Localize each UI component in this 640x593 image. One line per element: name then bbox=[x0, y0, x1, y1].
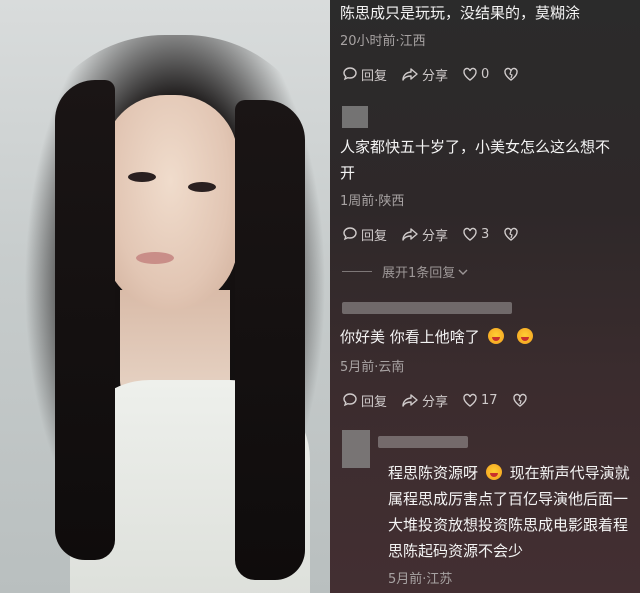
comments-panel: 陈思成只是玩玩，没结果的，莫糊涂 20小时前·江西 回复 分享 0 人家都快五十… bbox=[330, 0, 640, 593]
heart-icon bbox=[463, 393, 477, 407]
speech-bubble-icon bbox=[343, 393, 357, 407]
comment-text-line: 思陈起码资源不会少 bbox=[388, 542, 524, 560]
photo-lips bbox=[136, 252, 174, 264]
heart-icon bbox=[463, 67, 477, 81]
reply-label: 回复 bbox=[361, 68, 388, 84]
photo-eye-right bbox=[188, 182, 216, 192]
comment-text-line: 人家都快五十岁了，小美女怎么这么想不 bbox=[340, 138, 611, 156]
photo-hair-right bbox=[235, 100, 305, 580]
share-label: 分享 bbox=[422, 228, 449, 244]
broken-heart-icon bbox=[504, 67, 519, 81]
username-redacted bbox=[342, 302, 512, 314]
comment-actions: 回复 分享 3 bbox=[342, 224, 536, 244]
comment-text: 陈思成只是玩玩，没结果的，莫糊涂 bbox=[340, 4, 581, 22]
comment-text-line: 开 bbox=[340, 164, 356, 182]
comment-text: 你好美 你看上他啥了 bbox=[340, 328, 480, 346]
share-button[interactable]: 分享 bbox=[401, 391, 448, 410]
speech-bubble-icon bbox=[343, 67, 357, 81]
comment-text-line: 属程思成厉害点了百亿导演他后面一 bbox=[388, 490, 629, 508]
share-button[interactable]: 分享 bbox=[401, 225, 448, 244]
username-redacted bbox=[378, 436, 468, 448]
comment-meta: 1周前·陕西 bbox=[340, 194, 405, 209]
like-button[interactable]: 3 bbox=[462, 226, 489, 242]
like-button[interactable]: 0 bbox=[462, 66, 489, 82]
divider bbox=[342, 271, 372, 272]
share-arrow-icon bbox=[402, 68, 418, 81]
share-label: 分享 bbox=[422, 394, 449, 410]
share-label: 分享 bbox=[422, 68, 449, 84]
reply-label: 回复 bbox=[361, 394, 388, 410]
dislike-button[interactable] bbox=[503, 66, 522, 82]
comment-text-line: 大堆投资放想投资陈思成电影跟着程 bbox=[388, 516, 629, 534]
like-count: 0 bbox=[481, 66, 490, 82]
laughing-emoji-icon bbox=[487, 328, 504, 344]
avatar[interactable] bbox=[342, 106, 368, 128]
comment-actions: 回复 分享 17 bbox=[342, 390, 545, 410]
share-arrow-icon bbox=[402, 228, 418, 241]
comment-actions: 回复 分享 0 bbox=[342, 64, 536, 84]
chevron-down-icon bbox=[458, 269, 468, 275]
speech-bubble-icon bbox=[343, 227, 357, 241]
reply-label: 回复 bbox=[361, 228, 388, 244]
share-button[interactable]: 分享 bbox=[401, 65, 448, 84]
broken-heart-icon bbox=[512, 393, 527, 407]
comment-meta: 20小时前·江西 bbox=[340, 34, 426, 49]
photo-hair-left bbox=[55, 80, 115, 560]
like-button[interactable]: 17 bbox=[462, 392, 498, 408]
expand-replies-button[interactable]: 展开1条回复 bbox=[342, 262, 469, 281]
comment-text: 现在新声代导演就 bbox=[509, 464, 630, 482]
like-count: 3 bbox=[481, 226, 490, 242]
portrait-photo bbox=[0, 0, 330, 593]
dislike-button[interactable] bbox=[512, 392, 531, 408]
comment-meta: 5月前·云南 bbox=[340, 360, 405, 375]
avatar[interactable] bbox=[342, 430, 370, 468]
reply-button[interactable]: 回复 bbox=[342, 65, 387, 84]
photo-face bbox=[103, 95, 238, 310]
laughing-emoji-icon bbox=[517, 328, 534, 344]
reply-button[interactable]: 回复 bbox=[342, 391, 387, 410]
photo-eye-left bbox=[128, 172, 156, 182]
laughing-emoji-icon bbox=[485, 464, 502, 480]
comment-text-row: 程思陈资源呀 现在新声代导演就 bbox=[388, 460, 630, 486]
comment-meta: 5月前·江苏 bbox=[388, 572, 453, 587]
comment-text: 程思陈资源呀 bbox=[388, 464, 479, 482]
share-arrow-icon bbox=[402, 394, 418, 407]
broken-heart-icon bbox=[504, 227, 519, 241]
heart-icon bbox=[463, 227, 477, 241]
like-count: 17 bbox=[481, 392, 498, 408]
reply-button[interactable]: 回复 bbox=[342, 225, 387, 244]
comment-text-row: 你好美 你看上他啥了 bbox=[340, 324, 536, 350]
dislike-button[interactable] bbox=[503, 226, 522, 242]
expand-label: 展开1条回复 bbox=[382, 266, 456, 281]
